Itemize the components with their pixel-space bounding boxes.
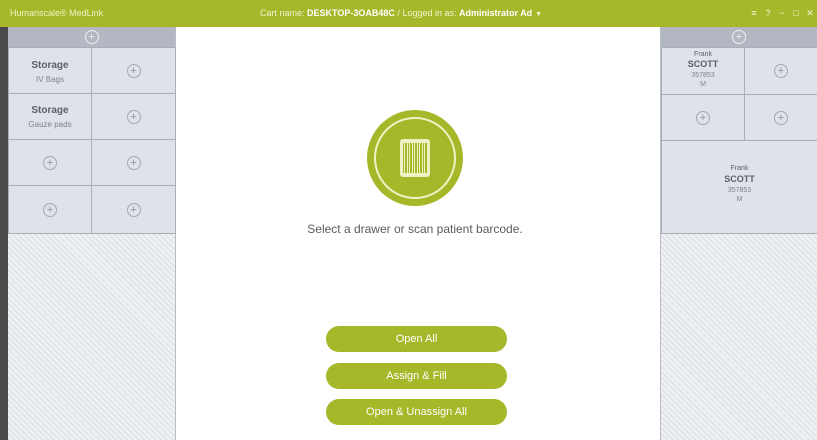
empty-drawer[interactable]: + bbox=[8, 139, 92, 186]
add-drawer-icon[interactable]: + bbox=[84, 30, 99, 44]
circle-plus-icon: + bbox=[126, 109, 141, 124]
help-icon[interactable]: ? bbox=[761, 6, 775, 20]
drawer-subtitle: Gauze pads bbox=[28, 120, 72, 129]
cart-name: DESKTOP-3OAB48C bbox=[307, 8, 395, 18]
empty-drawer[interactable]: + bbox=[91, 93, 176, 140]
drawer-storage-iv-bags[interactable]: Storage IV Bags bbox=[8, 47, 92, 94]
scan-barcode-badge bbox=[367, 110, 463, 206]
circle-plus-icon: + bbox=[774, 64, 788, 78]
drawer-subtitle: IV Bags bbox=[35, 75, 64, 84]
barcode-bars bbox=[403, 143, 427, 173]
patient-drawer-large[interactable]: Frank SCOTT 357853 M bbox=[661, 140, 817, 234]
empty-drawer[interactable]: + bbox=[91, 185, 176, 234]
user-menu[interactable]: Administrator Ad bbox=[459, 8, 532, 18]
scan-prompt: Select a drawer or scan patient barcode. bbox=[307, 222, 523, 236]
circle-plus-icon: + bbox=[43, 202, 57, 217]
open-unassign-all-button[interactable]: Open & Unassign All bbox=[326, 399, 507, 425]
cart-info: Cart name: DESKTOP-3OAB48C / Logged in a… bbox=[260, 8, 542, 18]
app-brand: Humanscale® MedLink bbox=[10, 8, 104, 18]
drawer-title: Storage bbox=[31, 105, 69, 116]
patient-sex: M bbox=[736, 196, 743, 203]
empty-drawer[interactable]: + bbox=[8, 185, 92, 234]
left-panel-header: + bbox=[8, 27, 175, 47]
minimize-icon[interactable]: − bbox=[775, 6, 789, 20]
circle-plus-icon: + bbox=[126, 155, 141, 170]
cart-label: Cart name: bbox=[260, 8, 305, 18]
close-icon[interactable]: ✕ bbox=[803, 6, 817, 20]
medlink-app: Humanscale® MedLink Cart name: DESKTOP-3… bbox=[0, 0, 817, 440]
patient-id: 357853 bbox=[691, 72, 715, 79]
patient-last-name: SCOTT bbox=[687, 59, 719, 69]
circle-plus-icon: + bbox=[696, 110, 710, 125]
right-panel-header: + bbox=[661, 27, 817, 47]
patient-first-name: Frank bbox=[694, 51, 712, 58]
empty-drawer[interactable]: + bbox=[91, 47, 176, 94]
patient-drawer[interactable]: Frank SCOTT 357853 M bbox=[661, 47, 745, 95]
circle-plus-icon: + bbox=[43, 155, 57, 170]
add-drawer-icon[interactable]: + bbox=[732, 30, 746, 44]
patient-id: 357853 bbox=[727, 187, 752, 194]
right-drawer-panel: + Frank SCOTT 357853 M + + + Frank SCOTT… bbox=[660, 27, 817, 440]
circle-plus-icon: + bbox=[126, 202, 141, 217]
patient-sex: M bbox=[700, 81, 706, 88]
assign-fill-button[interactable]: Assign & Fill bbox=[326, 363, 507, 389]
drawer-storage-gauze-pads[interactable]: Storage Gauze pads bbox=[8, 93, 92, 140]
chevron-down-icon[interactable]: ▼ bbox=[535, 11, 542, 18]
drawer-title: Storage bbox=[31, 60, 69, 71]
empty-drawer[interactable]: + bbox=[744, 47, 817, 95]
barcode-icon bbox=[400, 139, 430, 177]
patient-first-name: Frank bbox=[730, 165, 749, 172]
login-label: Logged in as: bbox=[402, 8, 457, 18]
separator: / bbox=[397, 8, 400, 18]
title-bar: Humanscale® MedLink Cart name: DESKTOP-3… bbox=[0, 0, 817, 27]
window-controls: ≡ ? − □ ✕ bbox=[747, 6, 817, 20]
empty-drawer[interactable]: + bbox=[744, 94, 817, 141]
patient-last-name: SCOTT bbox=[724, 174, 755, 184]
circle-plus-icon: + bbox=[126, 63, 141, 78]
empty-drawer[interactable]: + bbox=[91, 139, 176, 186]
maximize-icon[interactable]: □ bbox=[789, 6, 803, 20]
circle-plus-icon: + bbox=[774, 110, 788, 125]
menu-icon[interactable]: ≡ bbox=[747, 6, 761, 20]
empty-drawer[interactable]: + bbox=[661, 94, 745, 141]
left-drawer-panel: + Storage IV Bags + Storage Gauze pads +… bbox=[0, 27, 176, 440]
open-all-button[interactable]: Open All bbox=[326, 326, 507, 352]
